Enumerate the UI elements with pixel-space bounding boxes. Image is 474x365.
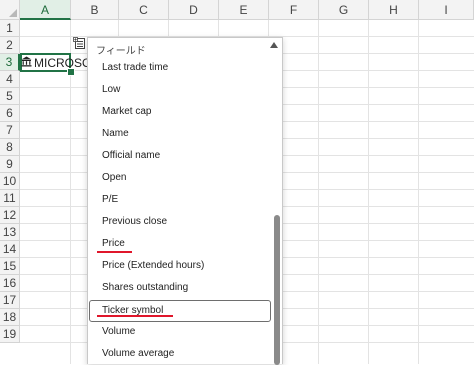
insert-data-button[interactable]: [72, 37, 86, 55]
insert-data-icon: [72, 37, 86, 55]
select-all-corner[interactable]: [0, 0, 20, 20]
row-header-17[interactable]: 17: [0, 292, 20, 309]
scroll-up-arrow-icon[interactable]: [270, 42, 278, 48]
row-header-11[interactable]: 11: [0, 190, 20, 207]
ticker-symbol-underline: [97, 315, 173, 317]
field-item-volume[interactable]: Volume: [102, 325, 135, 339]
column-header-a[interactable]: A: [20, 0, 71, 20]
field-item-market-cap[interactable]: Market cap: [102, 105, 151, 119]
column-header-d[interactable]: D: [169, 0, 219, 20]
scrollbar-thumb[interactable]: [274, 215, 280, 365]
row-header-9[interactable]: 9: [0, 156, 20, 173]
bank-icon: [21, 56, 32, 70]
field-item-low[interactable]: Low: [102, 83, 120, 97]
column-header-f[interactable]: F: [269, 0, 319, 20]
field-item-name[interactable]: Name: [102, 127, 129, 141]
column-header-e[interactable]: E: [219, 0, 269, 20]
field-item-shares-outstanding[interactable]: Shares outstanding: [102, 281, 188, 295]
select-all-triangle-icon: [9, 9, 17, 17]
fill-handle[interactable]: [67, 68, 75, 76]
column-header-b[interactable]: B: [71, 0, 119, 20]
row-header-12[interactable]: 12: [0, 207, 20, 224]
row-header-15[interactable]: 15: [0, 258, 20, 275]
field-item-official-name[interactable]: Official name: [102, 149, 160, 163]
field-item-pe[interactable]: P/E: [102, 193, 118, 207]
price-underline: [97, 251, 132, 253]
row-header-19[interactable]: 19: [0, 326, 20, 343]
field-item-previous-close[interactable]: Previous close: [102, 215, 167, 229]
gridline: [318, 20, 319, 364]
row-header-14[interactable]: 14: [0, 241, 20, 258]
field-item-volume-average[interactable]: Volume average: [102, 347, 174, 361]
row-header-8[interactable]: 8: [0, 139, 20, 156]
row-header-16[interactable]: 16: [0, 275, 20, 292]
field-item-last-trade-time[interactable]: Last trade time: [102, 61, 168, 75]
field-item-price[interactable]: Price: [102, 237, 125, 251]
row-header-6[interactable]: 6: [0, 105, 20, 122]
field-list-panel: フィールド Last trade time Low Market cap Nam…: [87, 37, 283, 365]
row-header-13[interactable]: 13: [0, 224, 20, 241]
row-header-2[interactable]: 2: [0, 37, 20, 54]
row-header-3[interactable]: 3: [0, 54, 20, 71]
row-header-5[interactable]: 5: [0, 88, 20, 105]
row-header-1[interactable]: 1: [0, 20, 20, 37]
field-list-header: フィールド: [96, 46, 146, 57]
row-header-10[interactable]: 10: [0, 173, 20, 190]
field-item-open[interactable]: Open: [102, 171, 126, 185]
row-header-4[interactable]: 4: [0, 71, 20, 88]
field-item-price-extended-hours[interactable]: Price (Extended hours): [102, 259, 204, 273]
column-header-i[interactable]: I: [419, 0, 474, 20]
column-header-h[interactable]: H: [369, 0, 419, 20]
row-header-7[interactable]: 7: [0, 122, 20, 139]
gridline: [418, 20, 419, 364]
gridline: [368, 20, 369, 364]
column-header-c[interactable]: C: [119, 0, 169, 20]
row-header-18[interactable]: 18: [0, 309, 20, 326]
column-header-g[interactable]: G: [319, 0, 369, 20]
